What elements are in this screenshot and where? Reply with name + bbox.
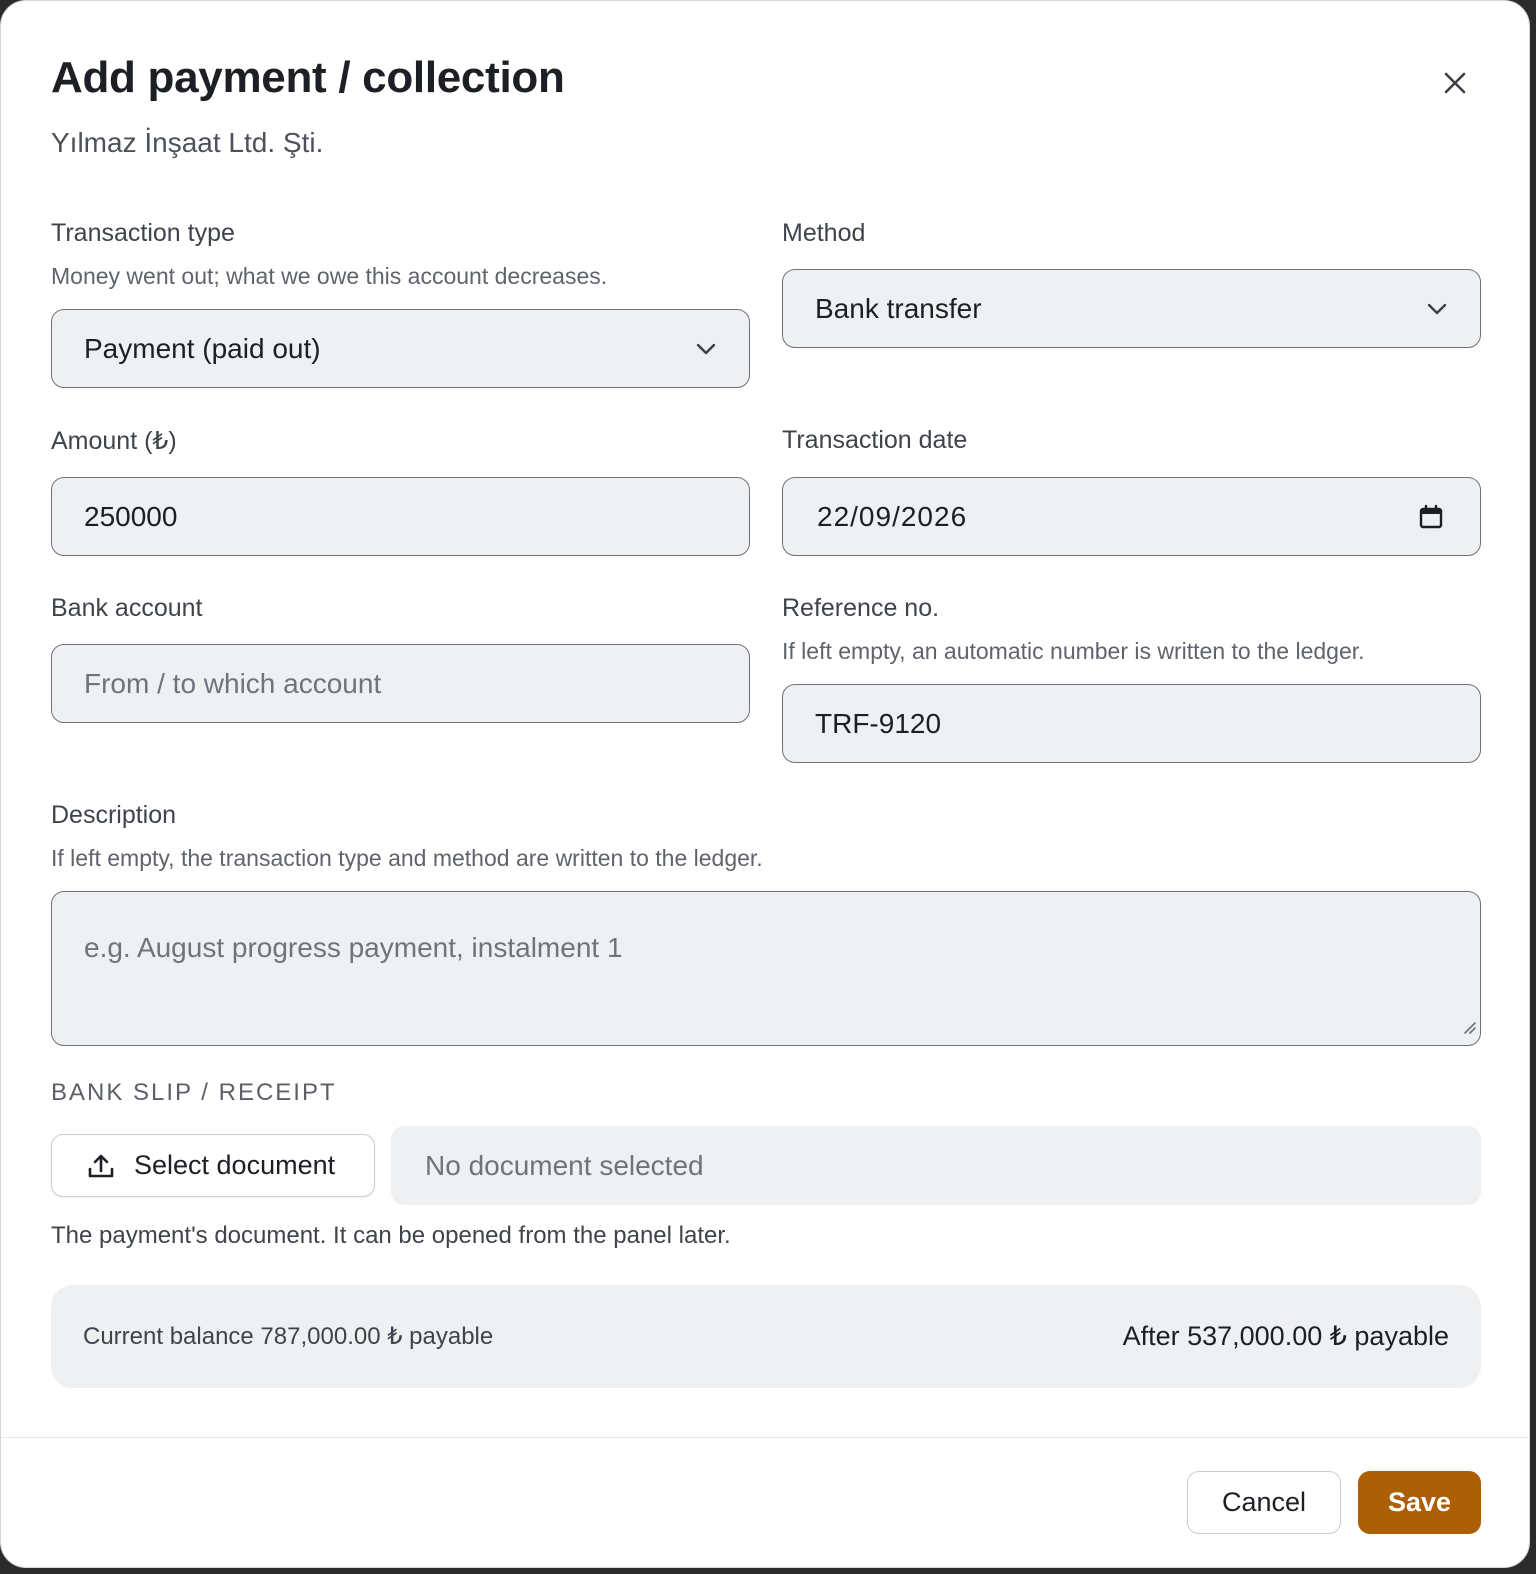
document-status: No document selected — [391, 1126, 1481, 1205]
transaction-type-select[interactable]: Payment (paid out) — [51, 309, 750, 388]
method-select[interactable]: Bank transfer — [782, 269, 1481, 348]
chevron-down-icon — [695, 342, 717, 356]
close-icon — [1444, 72, 1466, 94]
transaction-type-value: Payment (paid out) — [84, 332, 321, 364]
reference-input[interactable]: TRF-9120 — [782, 684, 1481, 763]
cancel-button[interactable]: Cancel — [1187, 1471, 1341, 1534]
method-value: Bank transfer — [815, 292, 982, 324]
balance-after: After 537,000.00 ₺ payable — [1122, 1321, 1449, 1351]
upload-icon — [88, 1154, 114, 1177]
description-textarea[interactable]: e.g. August progress payment, instalment… — [51, 891, 1481, 1046]
transaction-type-hint: Money went out; what we owe this account… — [51, 263, 608, 289]
select-document-button[interactable]: Select document — [51, 1134, 375, 1197]
bank-account-label: Bank account — [51, 594, 203, 622]
amount-label: Amount (₺) — [51, 427, 177, 455]
dialog-subtitle: Yılmaz İnşaat Ltd. Şti. — [51, 127, 324, 158]
bank-account-input[interactable]: From / to which account — [51, 644, 750, 723]
description-hint: If left empty, the transaction type and … — [51, 845, 763, 871]
description-placeholder: e.g. August progress payment, instalment… — [84, 932, 623, 963]
transaction-date-label: Transaction date — [782, 426, 968, 454]
select-document-label: Select document — [134, 1150, 336, 1180]
close-button[interactable] — [1433, 61, 1477, 105]
transaction-date-value: 22/09/2026 — [817, 500, 968, 532]
amount-value: 250000 — [84, 500, 178, 532]
attachment-hint: The payment's document. It can be opened… — [51, 1222, 731, 1249]
transaction-date-input[interactable]: 22/09/2026 — [782, 477, 1481, 556]
reference-value: TRF-9120 — [815, 707, 942, 739]
footer-divider — [1, 1437, 1529, 1438]
transaction-type-label: Transaction type — [51, 219, 235, 247]
current-balance: Current balance 787,000.00 ₺ payable — [83, 1323, 494, 1350]
calendar-icon[interactable] — [1418, 504, 1444, 530]
reference-label: Reference no. — [782, 594, 940, 622]
payment-dialog: Add payment / collection Yılmaz İnşaat L… — [0, 0, 1530, 1568]
bank-account-placeholder: From / to which account — [84, 667, 382, 699]
reference-hint: If left empty, an automatic number is wr… — [782, 638, 1365, 664]
balance-summary: Current balance 787,000.00 ₺ payable Aft… — [51, 1285, 1481, 1388]
chevron-down-icon — [1426, 302, 1448, 316]
amount-input[interactable]: 250000 — [51, 477, 750, 556]
save-button[interactable]: Save — [1358, 1471, 1481, 1534]
attachment-section-label: BANK SLIP / RECEIPT — [51, 1079, 337, 1106]
dialog-title: Add payment / collection — [51, 53, 565, 102]
resize-handle-icon[interactable] — [1462, 1009, 1476, 1041]
description-label: Description — [51, 801, 177, 829]
method-label: Method — [782, 219, 866, 247]
